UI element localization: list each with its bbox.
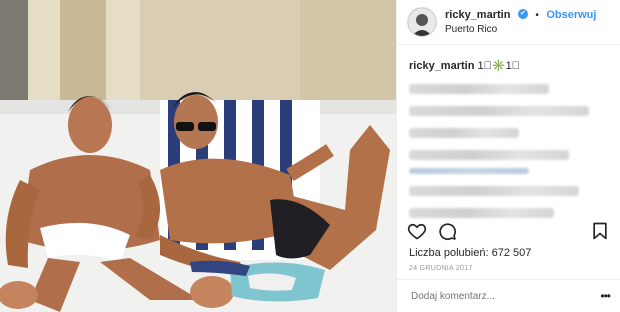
post-photo-image bbox=[0, 0, 396, 312]
more-options-icon[interactable]: ••• bbox=[600, 289, 611, 303]
blurred-comment-line bbox=[409, 84, 549, 94]
comment-bar: ••• bbox=[397, 279, 620, 312]
post-sidebar: ricky_martin ✔ • Obserwuj Puerto Rico ri… bbox=[396, 0, 620, 312]
comment-icon[interactable] bbox=[437, 221, 457, 241]
verified-badge-icon: ✔ bbox=[517, 8, 528, 19]
likes-count[interactable]: Liczba polubień: 672 507 bbox=[409, 247, 531, 259]
separator-dot: • bbox=[535, 10, 539, 21]
blurred-comment-line bbox=[409, 128, 519, 138]
comment-input[interactable] bbox=[409, 289, 601, 303]
avatar[interactable] bbox=[407, 7, 437, 37]
location-link[interactable]: Puerto Rico bbox=[445, 23, 596, 37]
caption-username[interactable]: ricky_martin bbox=[409, 60, 474, 72]
blurred-comment-line bbox=[409, 106, 589, 116]
post-header: ricky_martin ✔ • Obserwuj Puerto Rico bbox=[397, 0, 620, 45]
avatar-image bbox=[408, 8, 436, 36]
blurred-comment-line bbox=[409, 186, 579, 196]
instagram-post: ricky_martin ✔ • Obserwuj Puerto Rico ri… bbox=[0, 0, 620, 312]
username-link[interactable]: ricky_martin bbox=[445, 9, 510, 21]
blurred-comment-line bbox=[409, 208, 554, 218]
blurred-comment-line bbox=[409, 168, 529, 174]
caption: ricky_martin 1⃣✳️1⃣ bbox=[397, 45, 620, 218]
likes-number: 672 507 bbox=[491, 247, 532, 259]
likes-label: Liczba polubień: bbox=[409, 247, 489, 259]
header-info: ricky_martin ✔ • Obserwuj Puerto Rico bbox=[445, 7, 596, 37]
bookmark-icon[interactable] bbox=[590, 221, 610, 241]
post-photo[interactable] bbox=[0, 0, 396, 312]
blurred-comment-line bbox=[409, 150, 569, 160]
caption-text: 1⃣✳️1⃣ bbox=[477, 60, 520, 72]
follow-button[interactable]: Obserwuj bbox=[546, 9, 596, 21]
action-bar bbox=[397, 218, 620, 244]
post-date[interactable]: 24 GRUDNIA 2017 bbox=[409, 265, 473, 272]
heart-icon[interactable] bbox=[407, 221, 427, 241]
